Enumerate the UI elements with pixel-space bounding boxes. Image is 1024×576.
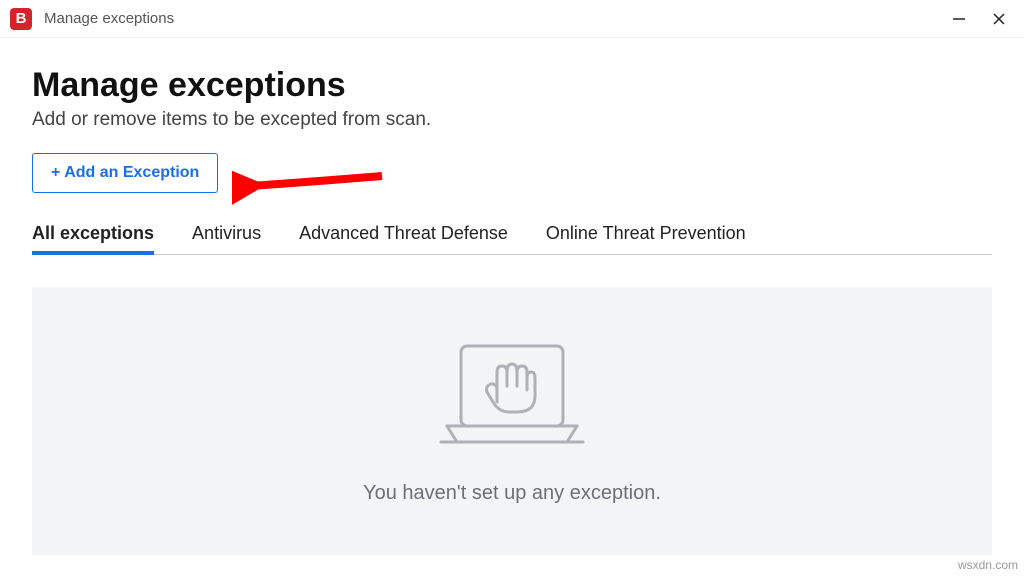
page-subtitle: Add or remove items to be excepted from … — [32, 109, 992, 131]
add-exception-label: + Add an Exception — [51, 164, 199, 182]
close-button[interactable] — [990, 10, 1008, 28]
window-title: Manage exceptions — [44, 10, 950, 27]
watermark-text: wsxdn.com — [958, 558, 1018, 572]
empty-state-message: You haven't set up any exception. — [363, 482, 661, 505]
tab-online-threat-prevention[interactable]: Online Threat Prevention — [546, 223, 746, 254]
empty-laptop-hand-icon — [427, 338, 597, 458]
content-area: Manage exceptions Add or remove items to… — [0, 38, 1024, 555]
tab-all-exceptions[interactable]: All exceptions — [32, 223, 154, 254]
tab-antivirus[interactable]: Antivirus — [192, 223, 261, 254]
titlebar: B Manage exceptions — [0, 0, 1024, 38]
add-exception-button[interactable]: + Add an Exception — [32, 153, 218, 193]
app-icon: B — [10, 8, 32, 30]
minimize-button[interactable] — [950, 10, 968, 28]
window-controls — [950, 10, 1014, 28]
page-title: Manage exceptions — [32, 66, 992, 105]
tabs: All exceptions Antivirus Advanced Threat… — [32, 223, 992, 255]
empty-state-panel: You haven't set up any exception. — [32, 287, 992, 555]
tab-advanced-threat-defense[interactable]: Advanced Threat Defense — [299, 223, 508, 254]
